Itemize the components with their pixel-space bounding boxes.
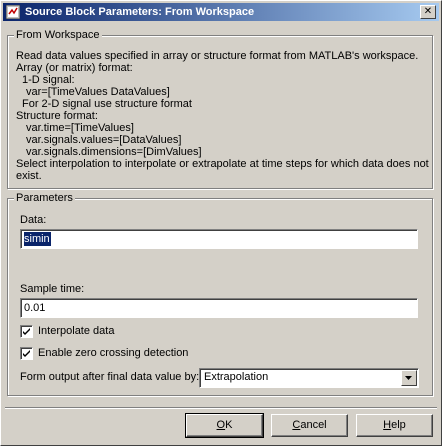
form-output-label: Form output after final data value by: bbox=[20, 371, 200, 383]
ok-label: K bbox=[225, 419, 233, 431]
close-button[interactable]: ✕ bbox=[420, 5, 436, 19]
zero-crossing-checkbox[interactable] bbox=[20, 347, 33, 360]
data-input[interactable] bbox=[23, 231, 415, 246]
help-button[interactable]: Help bbox=[356, 414, 433, 437]
data-field[interactable] bbox=[20, 229, 418, 249]
description-line: Read data values specified in array or s… bbox=[16, 50, 419, 62]
description-text: Read data values specified in array or s… bbox=[16, 50, 429, 182]
form-output-value: Extrapolation bbox=[204, 371, 269, 383]
data-label: Data: bbox=[20, 214, 47, 226]
description-line: exist. bbox=[16, 170, 42, 182]
form-output-dropdown[interactable]: Extrapolation bbox=[199, 368, 419, 388]
sample-time-field[interactable] bbox=[20, 298, 418, 318]
dropdown-button[interactable] bbox=[401, 370, 417, 386]
sample-time-label: Sample time: bbox=[20, 283, 85, 295]
description-line: Array (or matrix) format: bbox=[16, 62, 133, 74]
window-title: Source Block Parameters: From Workspace bbox=[25, 6, 255, 18]
close-icon: ✕ bbox=[423, 6, 433, 17]
zero-crossing-label[interactable]: Enable zero crossing detection bbox=[38, 347, 188, 360]
description-legend: From Workspace bbox=[14, 28, 102, 42]
help-label: elp bbox=[391, 419, 406, 431]
ok-button[interactable]: OK bbox=[185, 413, 264, 438]
interpolate-label[interactable]: Interpolate data bbox=[38, 325, 114, 338]
checkmark-icon bbox=[23, 350, 30, 357]
cancel-button[interactable]: Cancel bbox=[271, 414, 348, 437]
description-line: var.signals.dimensions=[DimValues] bbox=[26, 146, 202, 158]
description-line: var=[TimeValues DataValues] bbox=[26, 86, 170, 98]
button-separator bbox=[5, 407, 437, 409]
checkmark-icon bbox=[23, 328, 30, 335]
cancel-label: ancel bbox=[300, 419, 327, 431]
description-line: 1-D signal: bbox=[22, 74, 75, 86]
parameters-legend: Parameters bbox=[14, 191, 75, 205]
chevron-down-icon bbox=[405, 376, 412, 380]
description-line: var.time=[TimeValues] bbox=[26, 122, 134, 134]
interpolate-checkbox[interactable] bbox=[20, 325, 33, 338]
ok-hotkey: O bbox=[216, 419, 226, 431]
description-line: For 2-D signal use structure format bbox=[22, 98, 192, 110]
sample-time-input[interactable] bbox=[23, 300, 415, 315]
dialog-window: Source Block Parameters: From Workspace … bbox=[0, 0, 442, 446]
description-line: Select interpolation to interpolate or e… bbox=[16, 158, 429, 170]
description-line: var.signals.values=[DataValues] bbox=[26, 134, 182, 146]
simulink-block-icon bbox=[6, 5, 20, 19]
parameters-group: Parameters Data: Sample time: Interpolat… bbox=[7, 191, 433, 396]
description-line: Structure format: bbox=[16, 110, 98, 122]
help-hotkey: H bbox=[383, 419, 392, 431]
title-bar[interactable]: Source Block Parameters: From Workspace … bbox=[3, 3, 439, 21]
description-group: From Workspace Read data values specifie… bbox=[7, 28, 433, 189]
